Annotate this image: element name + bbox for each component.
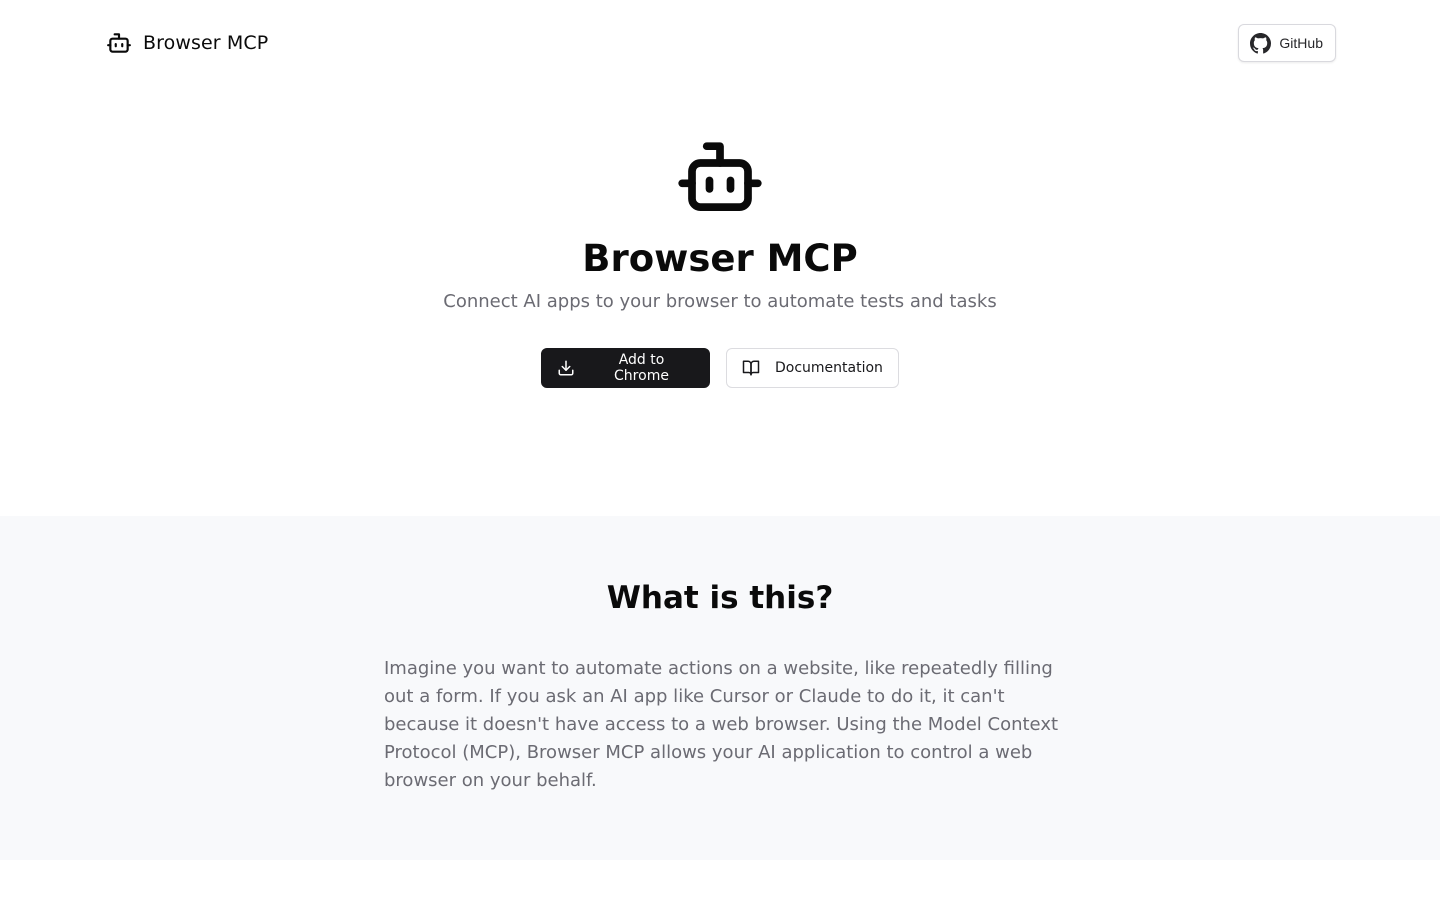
about-title: What is this? [606, 580, 834, 616]
about-section: What is this? Imagine you want to automa… [0, 516, 1440, 860]
hero-title: Browser MCP [582, 237, 858, 280]
site-header: Browser MCP GitHub [0, 0, 1440, 86]
about-body: Imagine you want to automate actions on … [384, 658, 1059, 791]
github-button[interactable]: GitHub [1238, 24, 1336, 62]
add-to-chrome-label: Add to Chrome [614, 352, 669, 384]
add-to-chrome-button[interactable]: Add to Chrome [541, 348, 710, 388]
hero-actions: Add to Chrome Documentation [0, 348, 1440, 388]
documentation-label: Documentation [775, 360, 883, 376]
github-icon [1250, 32, 1272, 54]
download-icon [557, 359, 575, 377]
brand-link[interactable]: Browser MCP [106, 30, 268, 56]
book-open-icon [742, 359, 760, 377]
bot-icon [106, 30, 132, 56]
documentation-button[interactable]: Documentation [726, 348, 899, 388]
hero-subtitle: Connect AI apps to your browser to autom… [443, 291, 997, 312]
hero-section: Browser MCP Connect AI apps to your brow… [0, 86, 1440, 516]
brand-name: Browser MCP [143, 32, 269, 54]
bot-icon [678, 142, 762, 212]
github-button-label: GitHub [1279, 35, 1323, 51]
